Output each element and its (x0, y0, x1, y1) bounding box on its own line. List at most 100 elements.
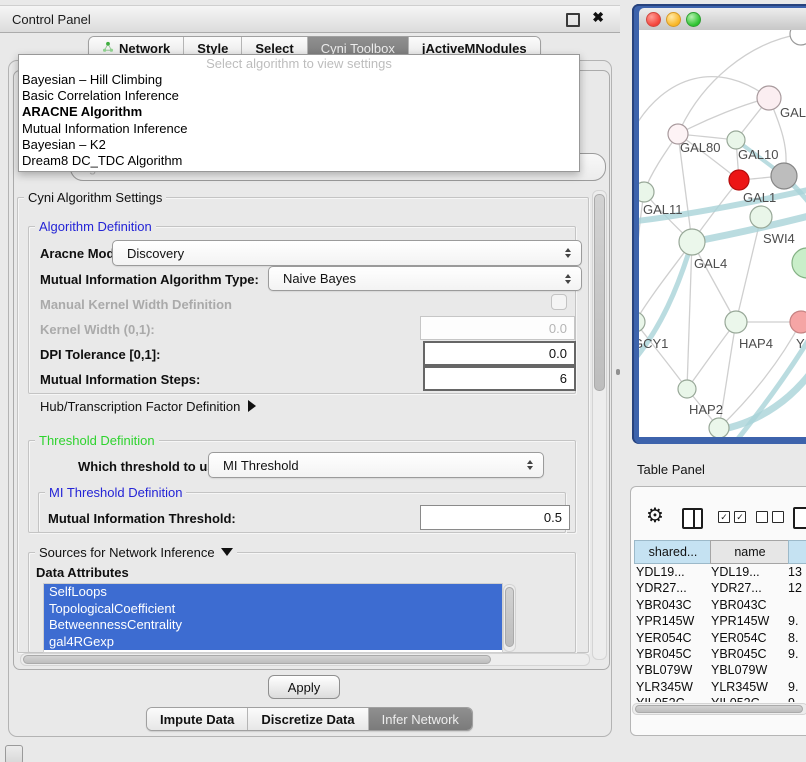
manual-kernel-label: Manual Kernel Width Definition (40, 297, 232, 312)
dpi-tolerance-label: DPI Tolerance [0,1]: (40, 347, 160, 362)
network-node[interactable] (729, 170, 749, 190)
network-node[interactable] (679, 229, 705, 255)
node-label: SWI4 (763, 231, 795, 246)
attribute-item[interactable]: gal4RGexp (44, 634, 502, 651)
network-edge[interactable] (692, 242, 736, 322)
algorithm-option[interactable]: Bayesian – Hill Climbing (19, 72, 579, 88)
split-columns-icon[interactable] (682, 508, 703, 529)
network-node[interactable] (639, 182, 654, 202)
network-node[interactable] (790, 311, 806, 333)
unchecked-checkbox-icon (772, 511, 784, 523)
panel-corner-icon (5, 745, 23, 762)
table-cell: YBL079W (708, 662, 786, 678)
hub-definition-expander[interactable]: Hub/Transcription Factor Definition (40, 399, 256, 414)
network-edge[interactable] (687, 242, 692, 389)
select-unchecked-icon[interactable] (756, 511, 784, 523)
aracne-mode-combobox[interactable]: Discovery (112, 240, 582, 266)
table-row[interactable]: YLR345WYLR345W9. (632, 679, 806, 695)
manual-kernel-checkbox[interactable] (551, 294, 567, 310)
network-node[interactable] (792, 248, 806, 278)
table-cell: 13 (786, 564, 802, 580)
network-node[interactable] (639, 312, 645, 332)
algorithm-option[interactable]: ARACNE Algorithm (19, 104, 579, 120)
table-cell (786, 662, 788, 678)
table-row[interactable]: YBR043CYBR043C (632, 597, 806, 613)
table-row[interactable]: YBL079WYBL079W (632, 662, 806, 678)
minimize-traffic-light-icon[interactable] (666, 12, 681, 27)
column-header-partial[interactable] (788, 540, 806, 564)
table-partial-icon[interactable] (793, 507, 806, 529)
which-threshold-combobox[interactable]: MI Threshold (208, 452, 544, 478)
network-node[interactable] (757, 86, 781, 110)
network-node[interactable] (709, 418, 729, 437)
table-cell: 9 (786, 695, 795, 702)
table-row[interactable]: YDL19...YDL19...13 (632, 564, 806, 580)
unchecked-checkbox-icon (756, 511, 768, 523)
column-header-name[interactable]: name (710, 540, 790, 564)
float-window-icon[interactable] (566, 13, 580, 27)
threshold-definition-title: Threshold Definition (35, 433, 159, 448)
attribute-item[interactable]: TopologicalCoefficient (44, 601, 502, 618)
mi-steps-input[interactable]: 6 (423, 366, 576, 391)
kernel-width-input[interactable]: 0.0 (420, 316, 575, 340)
close-icon[interactable]: ✖ (592, 9, 604, 26)
network-node[interactable] (725, 311, 747, 333)
mi-type-label: Mutual Information Algorithm Type: (40, 272, 259, 287)
algorithm-option[interactable]: Dream8 DC_TDC Algorithm (19, 153, 579, 169)
algorithm-option[interactable]: Mutual Information Inference (19, 121, 579, 137)
table-cell: YLR345W (632, 679, 708, 695)
split-pane-grip[interactable] (616, 369, 620, 375)
mi-threshold-value: 0.5 (544, 510, 562, 525)
table-cell: YBL079W (632, 662, 708, 678)
tab-label: Impute Data (160, 712, 234, 727)
network-node[interactable] (678, 380, 696, 398)
gear-icon[interactable]: ⚙ (646, 506, 664, 526)
network-edge[interactable] (687, 322, 736, 389)
which-threshold-value: MI Threshold (223, 458, 299, 473)
tab-impute-data[interactable]: Impute Data (147, 708, 247, 730)
network-edge[interactable] (639, 322, 687, 389)
group-title: Cyni Algorithm Settings (24, 190, 166, 205)
network-node[interactable] (771, 163, 797, 189)
network-node[interactable] (750, 206, 772, 228)
sources-expander[interactable]: Sources for Network Inference (35, 545, 237, 560)
tab-infer-network[interactable]: Infer Network (368, 708, 472, 730)
apply-button[interactable]: Apply (268, 675, 340, 699)
control-panel-titlebar: Control Panel ✖ (0, 5, 620, 33)
table-cell: YBR045C (708, 646, 786, 662)
table-row[interactable]: YDR27...YDR27...12 (632, 580, 806, 596)
data-attributes-list: SelfLoopsTopologicalCoefficientBetweenne… (43, 583, 503, 653)
mi-threshold-input[interactable]: 0.5 (420, 505, 570, 530)
select-checked-icon[interactable]: ✓✓ (718, 511, 746, 523)
dpi-tolerance-input[interactable]: 0.0 (423, 341, 576, 366)
network-edge-highlighted[interactable] (719, 364, 806, 430)
attributes-scrollbar-thumb[interactable] (505, 587, 514, 647)
settings-hscrollbar-thumb[interactable] (23, 655, 491, 664)
table-cell: YER054C (708, 630, 786, 646)
settings-vertical-scrollbar (592, 190, 607, 660)
attribute-item[interactable]: BetweennessCentrality (44, 617, 502, 634)
table-row[interactable]: YPR145WYPR145W9. (632, 613, 806, 629)
mi-threshold-definition-title: MI Threshold Definition (45, 485, 186, 500)
zoom-traffic-light-icon[interactable] (686, 12, 701, 27)
column-header-shared[interactable]: shared... (634, 540, 712, 564)
algorithm-option[interactable]: Basic Correlation Inference (19, 88, 579, 104)
table-hscrollbar-thumb[interactable] (635, 705, 803, 713)
attribute-item[interactable]: SelfLoops (44, 584, 502, 601)
algorithm-option[interactable]: Bayesian – K2 (19, 137, 579, 153)
table-row[interactable]: YIL052CYIL052C9 (632, 695, 806, 702)
mi-type-combobox[interactable]: Naive Bayes (268, 266, 582, 291)
settings-horizontal-scrollbar (20, 653, 590, 666)
node-label: GCY1 (639, 336, 668, 351)
table-cell: YDL19... (708, 564, 786, 580)
network-node[interactable] (790, 30, 806, 45)
table-row[interactable]: YBR045CYBR045C9. (632, 646, 806, 662)
table-cell: 9. (786, 646, 798, 662)
table-cell: YPR145W (708, 613, 786, 629)
tab-discretize-data[interactable]: Discretize Data (247, 708, 367, 730)
settings-vscrollbar-thumb[interactable] (594, 194, 605, 391)
table-row[interactable]: YER054CYER054C8. (632, 630, 806, 646)
mi-steps-value: 6 (560, 371, 567, 386)
network-canvas[interactable]: GAL8GAL80GAL10GAL1GAL11SWI4GAL4GCY1HAP4Y… (639, 30, 806, 437)
close-traffic-light-icon[interactable] (646, 12, 661, 27)
